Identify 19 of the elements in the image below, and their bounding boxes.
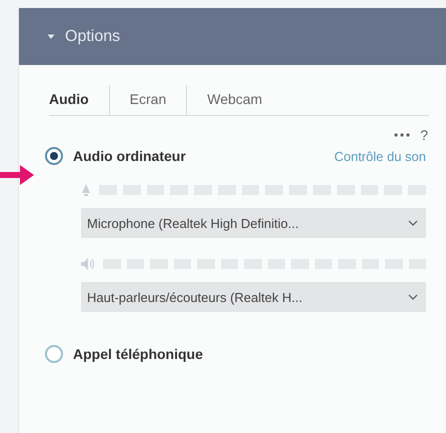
- radio-button[interactable]: [45, 147, 63, 165]
- radio-label: Audio ordinateur: [73, 148, 187, 164]
- tab[interactable]: Webcam: [186, 85, 282, 115]
- radio-button[interactable]: [45, 345, 63, 363]
- sound-test-link[interactable]: Contrôle du son: [334, 148, 426, 164]
- arrow-icon: [0, 163, 34, 187]
- radio-label: Appel téléphonique: [73, 346, 204, 362]
- speaker-icon: [81, 258, 95, 270]
- device-dropdown[interactable]: Microphone (Realtek High Definitio...: [81, 208, 426, 238]
- tab[interactable]: Ecran: [108, 85, 186, 115]
- device-dropdown[interactable]: Haut-parleurs/écouteurs (Realtek H...: [81, 282, 426, 312]
- chevron-down-icon: [408, 294, 418, 300]
- chevron-down-icon: [408, 220, 418, 226]
- tab[interactable]: Audio: [49, 85, 109, 115]
- microphone-icon: [81, 184, 91, 196]
- caret-icon[interactable]: [47, 34, 55, 40]
- panel-title: Options: [65, 28, 120, 46]
- more-icon[interactable]: [394, 133, 410, 137]
- help-link[interactable]: ?: [420, 127, 428, 143]
